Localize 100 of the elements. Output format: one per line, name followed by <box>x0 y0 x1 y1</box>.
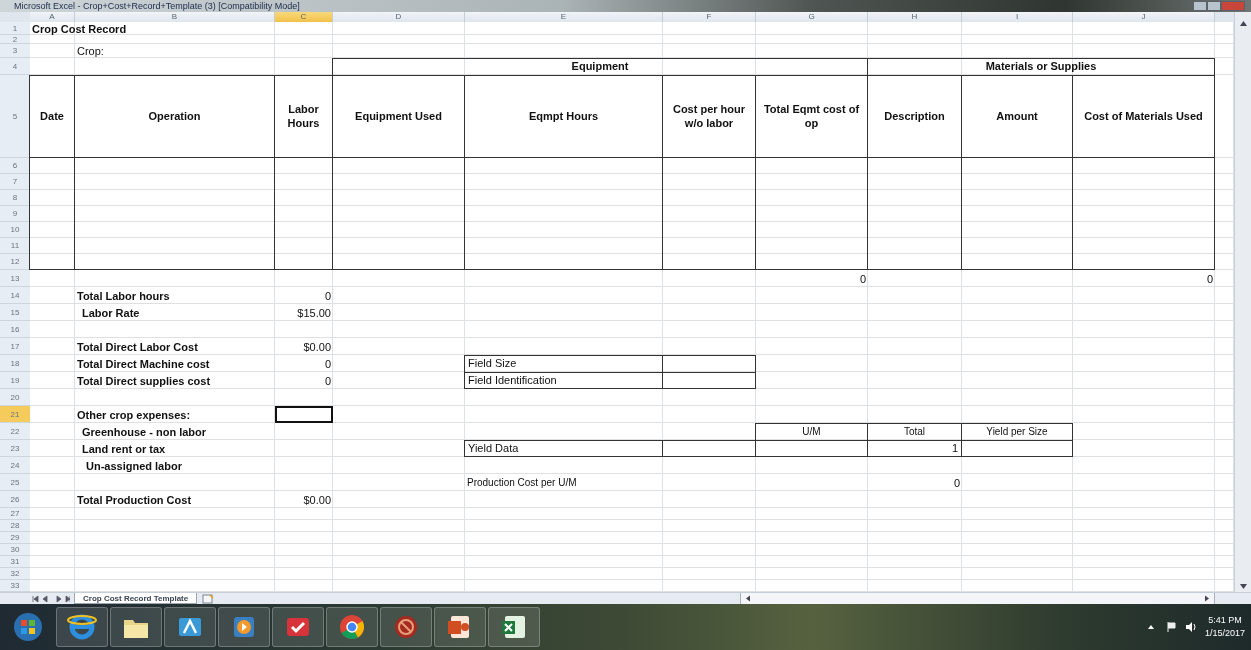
column-header[interactable]: H <box>868 12 962 22</box>
row-header[interactable]: 1 <box>0 22 30 35</box>
column-heading: Eqmpt Hours <box>464 75 663 158</box>
row-header[interactable]: 17 <box>0 338 30 355</box>
row-header[interactable]: 26 <box>0 491 30 508</box>
sheet-title: Crop Cost Record <box>31 22 128 35</box>
clock[interactable]: 5:41 PM 1/15/2017 <box>1204 614 1245 640</box>
row-header[interactable]: 21 <box>0 406 30 423</box>
summary-value: 0 <box>323 373 332 389</box>
column-header[interactable]: F <box>663 12 756 22</box>
vertical-scrollbar[interactable] <box>1234 12 1251 592</box>
scroll-up-icon[interactable] <box>1238 20 1248 27</box>
scroll-right-icon[interactable] <box>1202 595 1211 602</box>
row-header[interactable]: 13 <box>0 270 30 287</box>
production-cost-label: Production Cost per U/M <box>466 476 578 490</box>
column-heading: Cost of Materials Used <box>1072 75 1215 158</box>
column-heading: Cost per hour w/o labor <box>662 75 756 158</box>
column-heading: Equipment Used <box>332 75 465 158</box>
row-header[interactable]: 29 <box>0 532 30 544</box>
row-header[interactable]: 33 <box>0 580 30 592</box>
column-header[interactable]: G <box>756 12 868 22</box>
flag-icon[interactable] <box>1164 621 1177 633</box>
yield-label: Yield Data <box>464 440 663 457</box>
row-header[interactable]: 7 <box>0 174 30 190</box>
column-header[interactable]: J <box>1073 12 1215 22</box>
row-header[interactable]: 30 <box>0 544 30 556</box>
summary-label: Total Production Cost <box>76 492 193 508</box>
row-header[interactable]: 22 <box>0 423 30 440</box>
taskbar-button[interactable] <box>110 607 162 647</box>
maximize-button[interactable] <box>1207 1 1221 11</box>
taskbar-button[interactable] <box>272 607 324 647</box>
row-header[interactable]: 23 <box>0 440 30 457</box>
row-header[interactable]: 10 <box>0 222 30 238</box>
summary-label: Un-assigned labor <box>85 458 183 474</box>
summary-label: Land rent or tax <box>81 441 167 457</box>
column-header[interactable]: I <box>962 12 1073 22</box>
column-heading: Amount <box>961 75 1073 158</box>
row-header[interactable]: 16 <box>0 321 30 338</box>
production-cost-value: 0 <box>952 475 961 491</box>
start-orb-icon <box>13 612 43 642</box>
row-header[interactable]: 3 <box>0 44 30 58</box>
sheet-navigation-icon[interactable] <box>30 594 70 604</box>
row-header[interactable]: 27 <box>0 508 30 520</box>
speaker-icon[interactable] <box>1184 621 1197 633</box>
yield-total: 1 <box>867 440 962 457</box>
summary-value: 0 <box>323 288 332 304</box>
row-header[interactable]: 12 <box>0 254 30 270</box>
summary-label: Other crop expenses: <box>76 407 192 423</box>
row-header[interactable]: 9 <box>0 206 30 222</box>
row-header[interactable]: 5 <box>0 75 30 158</box>
round-browser-icon <box>337 612 367 642</box>
selected-cell[interactable] <box>275 406 333 423</box>
taskbar-button[interactable] <box>488 607 540 647</box>
row-header[interactable]: 25 <box>0 474 30 491</box>
scroll-left-icon[interactable] <box>744 595 753 602</box>
column-header[interactable]: B <box>75 12 275 22</box>
column-heading: Date <box>29 75 75 158</box>
row-header[interactable]: 6 <box>0 158 30 174</box>
row-header[interactable]: 31 <box>0 556 30 568</box>
column-heading: Description <box>867 75 962 158</box>
taskbar-button[interactable] <box>326 607 378 647</box>
row-header[interactable]: 11 <box>0 238 30 254</box>
column-header[interactable]: D <box>333 12 465 22</box>
taskbar-button[interactable] <box>380 607 432 647</box>
group-header: Materials or Supplies <box>867 58 1215 75</box>
summary-value: $0.00 <box>302 492 332 508</box>
row-header[interactable]: 14 <box>0 287 30 304</box>
yield-header: Yield per Size <box>961 423 1073 440</box>
row-header[interactable]: 32 <box>0 568 30 580</box>
summary-label: Total Labor hours <box>76 288 171 304</box>
column-heading: Operation <box>74 75 275 158</box>
total-value: 0 <box>858 271 867 287</box>
field-label: Field Size <box>464 355 663 372</box>
column-header[interactable]: C <box>275 12 333 22</box>
total-value: 0 <box>1205 271 1214 287</box>
field-label: Field Identification <box>464 372 663 389</box>
row-header[interactable]: 24 <box>0 457 30 474</box>
taskbar-button[interactable] <box>164 607 216 647</box>
row-header[interactable]: 2 <box>0 35 30 44</box>
window-title: Microsoft Excel - Crop+Cost+Record+Template (3) [Compatibility Mode] <box>13 0 300 12</box>
row-header[interactable]: 18 <box>0 355 30 372</box>
row-header[interactable]: 15 <box>0 304 30 321</box>
column-heading: Total Eqmt cost of op <box>755 75 868 158</box>
column-header[interactable]: E <box>465 12 663 22</box>
taskbar-button[interactable] <box>218 607 270 647</box>
taskbar-button[interactable] <box>56 607 108 647</box>
column-header[interactable]: A <box>30 12 75 22</box>
row-header[interactable]: 19 <box>0 372 30 389</box>
column-heading: Labor Hours <box>274 75 333 158</box>
summary-label: Total Direct supplies cost <box>76 373 212 389</box>
clock-time: 5:41 PM <box>1208 614 1242 627</box>
scroll-down-icon[interactable] <box>1238 583 1248 590</box>
row-header[interactable]: 28 <box>0 520 30 532</box>
minimize-button[interactable] <box>1193 1 1207 11</box>
row-header[interactable]: 8 <box>0 190 30 206</box>
row-header[interactable]: 20 <box>0 389 30 406</box>
row-header[interactable]: 4 <box>0 58 30 75</box>
taskbar-button[interactable] <box>434 607 486 647</box>
summary-value: 0 <box>323 356 332 372</box>
horizontal-scrollbar[interactable] <box>740 593 1215 604</box>
